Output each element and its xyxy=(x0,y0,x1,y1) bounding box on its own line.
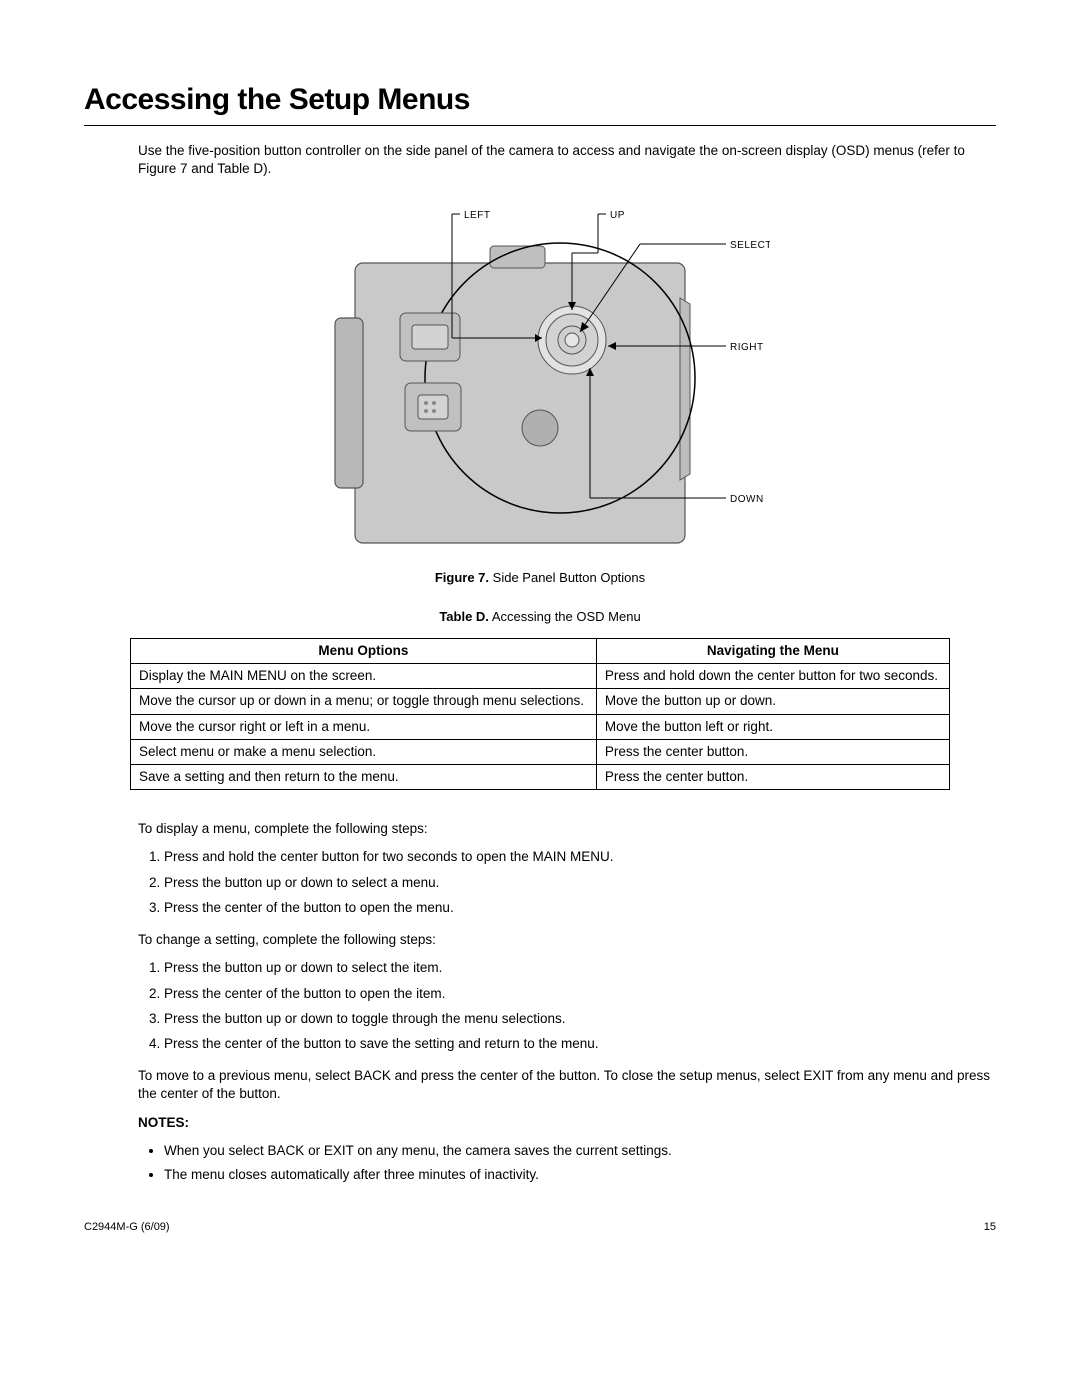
diagram-label-up: UP xyxy=(610,210,625,221)
figure-caption: Figure 7. Side Panel Button Options xyxy=(84,569,996,587)
footer-doc-id: C2944M-G (6/09) xyxy=(84,1220,170,1235)
figure-container: LEFT UP SELECT RIGHT DOWN Figure 7. Side… xyxy=(84,198,996,626)
list-item: Press the button up or down to select a … xyxy=(164,874,996,892)
diagram-label-down: DOWN xyxy=(730,494,764,505)
heading-rule xyxy=(84,125,996,126)
display-menu-intro: To display a menu, complete the followin… xyxy=(138,820,996,838)
table-row: Save a setting and then return to the me… xyxy=(131,765,950,790)
list-item: Press the button up or down to toggle th… xyxy=(164,1010,996,1028)
diagram-label-left: LEFT xyxy=(464,210,490,221)
table-caption-prefix: Table D. xyxy=(439,609,489,624)
osd-table: Menu Options Navigating the Menu Display… xyxy=(130,638,950,790)
notes-list: When you select BACK or EXIT on any menu… xyxy=(138,1142,996,1184)
side-panel-diagram: LEFT UP SELECT RIGHT DOWN xyxy=(310,198,770,558)
list-item: Press the button up or down to select th… xyxy=(164,959,996,977)
diagram-label-select: SELECT xyxy=(730,240,770,251)
change-setting-intro: To change a setting, complete the follow… xyxy=(138,931,996,949)
table-caption-text: Accessing the OSD Menu xyxy=(492,609,641,624)
list-item: Press the center of the button to open t… xyxy=(164,899,996,917)
table-row: Move the cursor up or down in a menu; or… xyxy=(131,689,950,714)
diagram-label-right: RIGHT xyxy=(730,342,764,353)
notes-heading: NOTES: xyxy=(138,1114,996,1132)
back-exit-paragraph: To move to a previous menu, select BACK … xyxy=(138,1067,996,1103)
change-setting-steps: Press the button up or down to select th… xyxy=(138,959,996,1053)
table-header-row: Menu Options Navigating the Menu xyxy=(131,638,950,663)
table-header-options: Menu Options xyxy=(131,638,597,663)
list-item: Press the center of the button to save t… xyxy=(164,1035,996,1053)
table-row: Select menu or make a menu selection.Pre… xyxy=(131,739,950,764)
table-row: Move the cursor right or left in a menu.… xyxy=(131,714,950,739)
footer-page-number: 15 xyxy=(984,1220,996,1235)
figure-caption-prefix: Figure 7. xyxy=(435,570,489,585)
page-footer: C2944M-G (6/09) 15 xyxy=(84,1220,996,1235)
list-item: Press and hold the center button for two… xyxy=(164,848,996,866)
intro-paragraph: Use the five-position button controller … xyxy=(138,142,996,178)
display-menu-steps: Press and hold the center button for two… xyxy=(138,848,996,917)
table-row: Display the MAIN MENU on the screen.Pres… xyxy=(131,664,950,689)
table-header-navigating: Navigating the Menu xyxy=(596,638,949,663)
page-title: Accessing the Setup Menus xyxy=(84,80,996,121)
list-item: The menu closes automatically after thre… xyxy=(164,1166,996,1184)
table-caption: Table D. Accessing the OSD Menu xyxy=(84,608,996,626)
list-item: Press the center of the button to open t… xyxy=(164,985,996,1003)
figure-caption-text: Side Panel Button Options xyxy=(493,570,646,585)
list-item: When you select BACK or EXIT on any menu… xyxy=(164,1142,996,1160)
